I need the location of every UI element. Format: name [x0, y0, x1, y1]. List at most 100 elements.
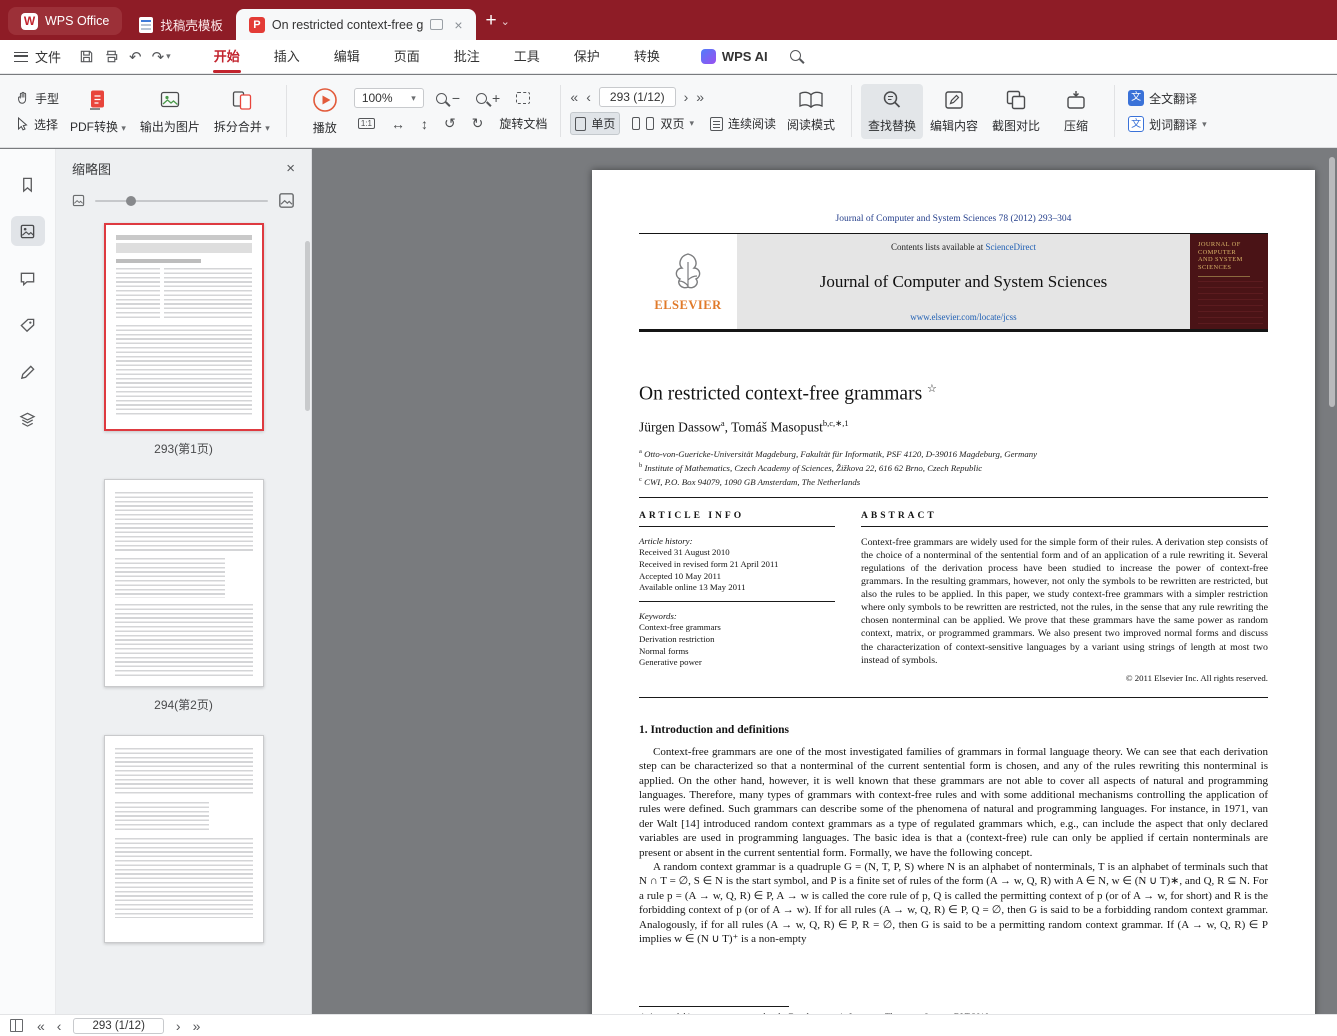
affiliation-line: c CWI, P.O. Box 94079, 1090 GB Amsterdam…	[639, 475, 861, 487]
titlebar: W WPS Office 找稿壳模板 P On restricted conte…	[0, 0, 1337, 40]
new-tab-button[interactable]: +	[486, 11, 497, 30]
page-number-field[interactable]: 293 (1/12)	[598, 87, 676, 107]
rotate-left-button[interactable]: ↺	[440, 113, 460, 134]
ribbon-separator	[285, 85, 287, 137]
document-area[interactable]: Journal of Computer and System Sciences …	[312, 149, 1337, 1014]
template-doc-icon	[139, 16, 154, 33]
single-page-button[interactable]: 单页	[570, 112, 621, 135]
next-page-button[interactable]: ›	[684, 90, 689, 104]
hand-tool-button[interactable]: 手型	[12, 88, 63, 109]
divider	[639, 496, 1268, 498]
tab-template-doc[interactable]: 找稿壳模板	[126, 9, 236, 40]
page-thumbnail-2[interactable]	[103, 479, 264, 687]
print-button[interactable]	[104, 49, 119, 64]
sciencedirect-link[interactable]: ScienceDirect	[986, 242, 1036, 252]
thumbnail-caption-1: 293(第1页)	[154, 442, 213, 456]
page-thumbnail-3[interactable]	[103, 735, 264, 943]
thumbnails-panel-button[interactable]	[10, 216, 45, 246]
status-page-field[interactable]: 293 (1/12)	[73, 1017, 164, 1034]
select-tool-label: 选择	[34, 117, 59, 132]
hamburger-icon	[14, 51, 28, 62]
edit-content-button[interactable]: 编辑内容	[923, 84, 985, 139]
tags-panel-button[interactable]	[11, 310, 45, 340]
tab-tools[interactable]: 工具	[497, 40, 557, 73]
body-paragraph-1: Context-free grammars are one of the mos…	[639, 745, 1268, 859]
statusbar-page-nav: « ‹ 293 (1/12) › »	[37, 1017, 201, 1034]
prev-page-button[interactable]: ‹	[586, 90, 591, 104]
tab-convert[interactable]: 转换	[617, 40, 677, 73]
menubar-search-button[interactable]	[789, 48, 801, 66]
title-footnote-mark: ☆	[927, 383, 937, 395]
fit-selection-button[interactable]	[512, 90, 534, 106]
rotate-doc-label[interactable]: 旋转文档	[495, 113, 551, 134]
slider-track[interactable]	[95, 195, 268, 206]
compress-button[interactable]: 压缩	[1047, 84, 1105, 139]
document-scrollbar[interactable]	[1329, 157, 1335, 407]
zoom-select[interactable]: 100% ▾	[353, 88, 424, 108]
page-thumbnail-1[interactable]	[103, 223, 264, 431]
tab-page[interactable]: 页面	[377, 40, 437, 73]
screenshot-compare-button[interactable]: 截图对比	[985, 84, 1047, 139]
cursor-icon	[18, 117, 28, 131]
fit-width-button[interactable]: ↔	[387, 114, 409, 134]
tab-current-pdf[interactable]: P On restricted context-free g ×	[235, 9, 476, 40]
redo-button[interactable]: ↷ ▾	[152, 48, 171, 66]
file-menu[interactable]: 文件	[14, 47, 61, 66]
play-button[interactable]: 播放	[296, 82, 354, 141]
double-page-button[interactable]: 双页 ▾	[628, 113, 698, 134]
slider-knob[interactable]	[126, 195, 137, 206]
first-page-button[interactable]: «	[570, 90, 578, 104]
zoom-in-button[interactable]: +	[472, 88, 504, 108]
continuous-read-button[interactable]: 连续阅读	[706, 113, 780, 134]
tab-protect[interactable]: 保护	[557, 40, 617, 73]
export-image-button[interactable]: 输出为图片	[133, 83, 207, 140]
history-line: Received in revised form 21 April 2011	[639, 558, 779, 569]
wps-logo-icon: W	[21, 12, 38, 30]
thumbnail-scrollbar[interactable]	[305, 241, 310, 411]
tab-wps-home[interactable]: W WPS Office	[8, 7, 123, 35]
continuous-read-icon	[709, 116, 723, 131]
find-replace-button[interactable]: 查找替换	[861, 83, 924, 139]
pdf-convert-button[interactable]: PDF转换 ▾	[63, 83, 133, 140]
thumbnail-panel-title: 缩略图	[72, 162, 112, 177]
zoom-out-button[interactable]: −	[432, 88, 464, 108]
edit-content-label: 编辑内容	[930, 118, 979, 133]
split-merge-button[interactable]: 拆分合并 ▾	[207, 83, 277, 140]
play-icon	[313, 87, 337, 112]
elsevier-wordmark: ELSEVIER	[654, 298, 722, 312]
full-translate-button[interactable]: 文 全文翻译	[1124, 88, 1211, 109]
fit-page-button[interactable]: ↕	[417, 114, 432, 134]
tab-close-icon[interactable]: ×	[454, 17, 462, 33]
status-next-page-button[interactable]: ›	[176, 1019, 181, 1033]
layers-panel-button[interactable]	[11, 404, 45, 434]
tab-home[interactable]: 开始	[197, 40, 257, 73]
thumbnail-panel-close-icon[interactable]: ×	[286, 160, 295, 177]
thumb-decoration	[115, 243, 252, 253]
bookmarks-panel-button[interactable]	[11, 169, 45, 199]
actual-size-button[interactable]: 1:1	[354, 116, 379, 131]
select-tool-button[interactable]: 选择	[12, 114, 63, 135]
status-first-page-button[interactable]: «	[37, 1019, 45, 1033]
tab-comment[interactable]: 批注	[437, 40, 497, 73]
find-replace-icon	[883, 90, 901, 108]
rotate-right-button[interactable]: ↻	[468, 113, 488, 134]
last-page-button[interactable]: »	[696, 90, 704, 104]
word-translate-button[interactable]: 文 划词翻译 ▾	[1124, 114, 1211, 135]
status-prev-page-button[interactable]: ‹	[57, 1019, 62, 1033]
ribbon-toolbar: 手型 选择 PDF转换 ▾ 输出为图片 拆分合并 ▾ 播放 100% ▾ − +…	[0, 75, 1337, 148]
comments-panel-button[interactable]	[11, 263, 45, 293]
edit-content-icon	[945, 90, 963, 109]
find-replace-label: 查找替换	[868, 118, 917, 133]
journal-banner: Contents lists available at ScienceDirec…	[737, 234, 1190, 329]
journal-url-link[interactable]: www.elsevier.com/locate/jcss	[910, 312, 1016, 322]
panel-toggle-icon[interactable]	[10, 1019, 23, 1032]
status-last-page-button[interactable]: »	[193, 1019, 201, 1033]
wps-ai-button[interactable]: WPS AI	[700, 49, 768, 64]
annotate-panel-button[interactable]	[11, 357, 45, 387]
save-button[interactable]	[79, 49, 94, 64]
tab-edit[interactable]: 编辑	[317, 40, 377, 73]
tab-list-chevron-icon[interactable]: ⌄	[501, 15, 510, 28]
read-mode-button[interactable]: 阅读模式	[780, 85, 842, 138]
undo-button[interactable]: ↶	[129, 48, 142, 66]
tab-insert[interactable]: 插入	[257, 40, 317, 73]
